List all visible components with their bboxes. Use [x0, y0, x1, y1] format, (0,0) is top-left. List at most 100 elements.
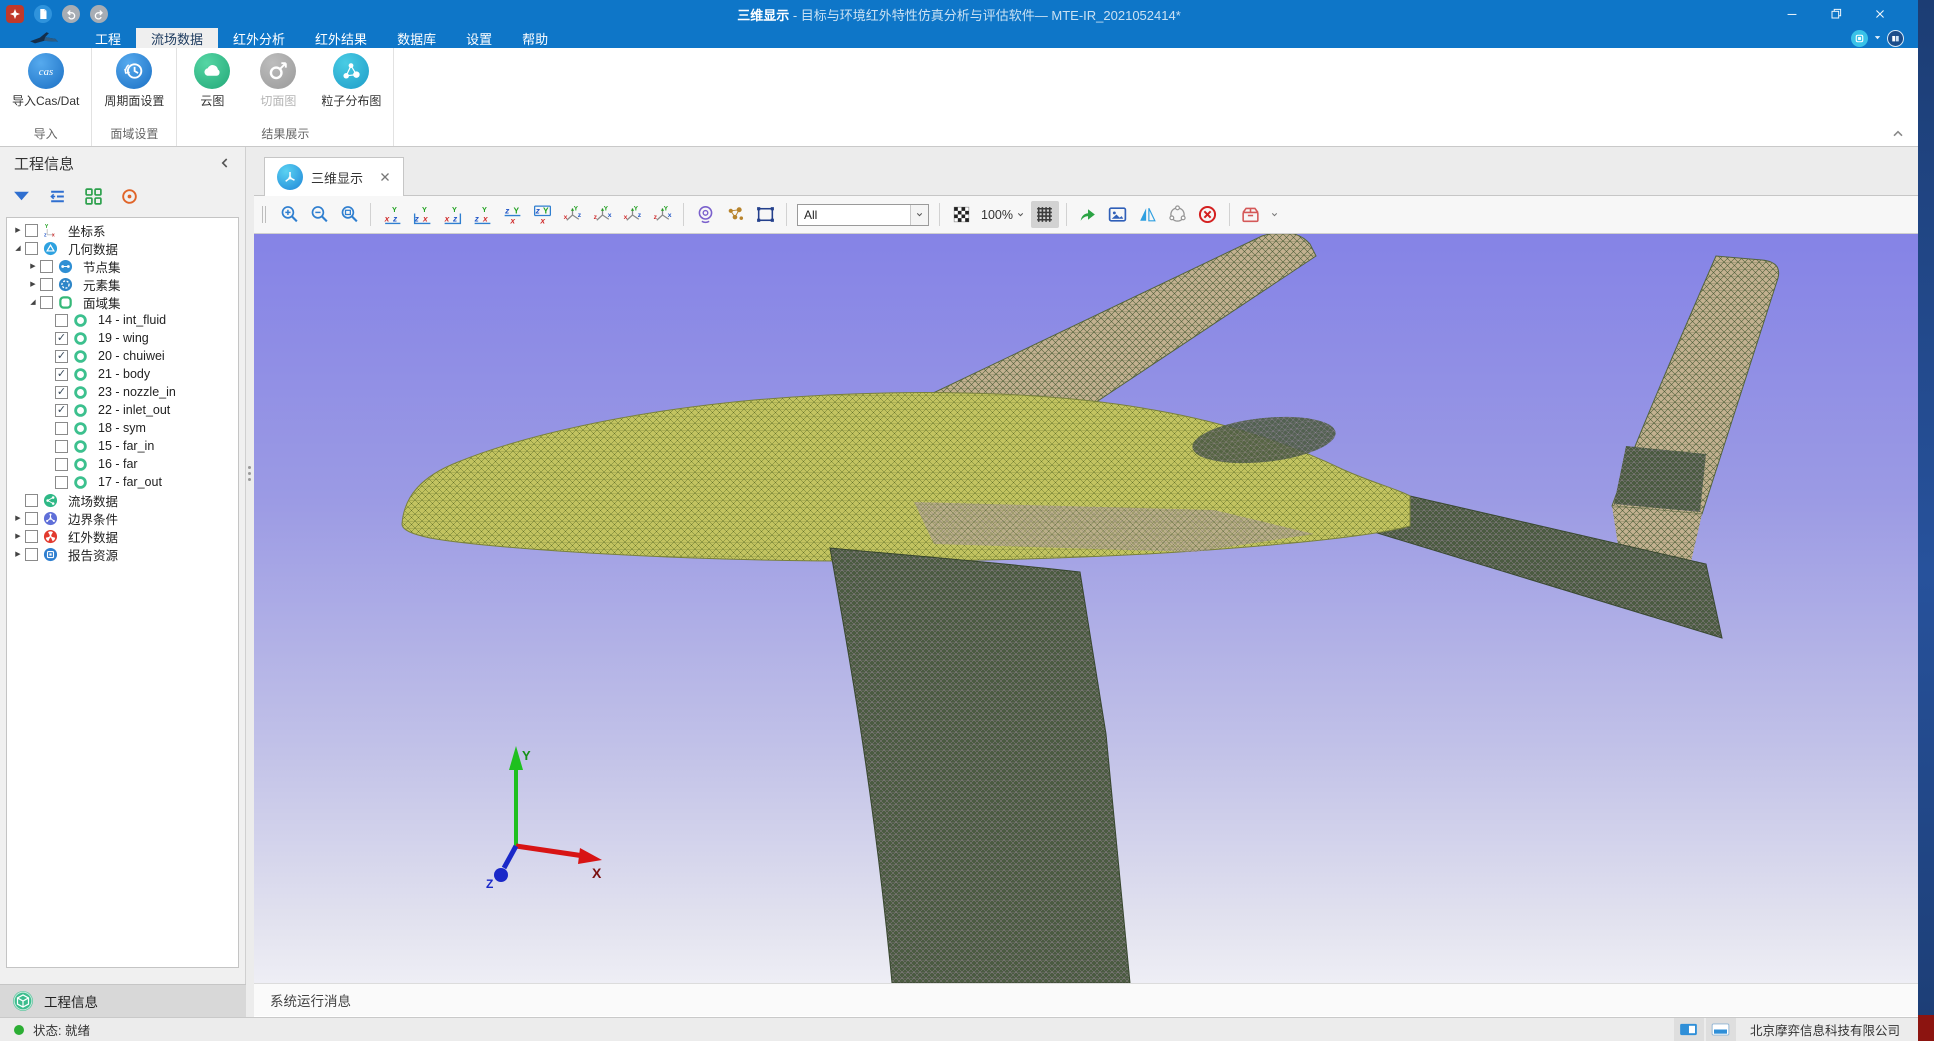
particle-trace-icon[interactable] — [721, 201, 749, 228]
view-bottom-icon[interactable]: zYx — [528, 201, 556, 228]
panel-splitter[interactable] — [246, 147, 254, 1017]
zoom-window-icon[interactable] — [335, 201, 363, 228]
maximize-button[interactable] — [1814, 0, 1858, 28]
tree-row-面域集[interactable]: ◢面域集 — [7, 293, 238, 311]
tree-checkbox[interactable] — [40, 260, 53, 273]
collapse-arrow-icon[interactable]: ▶ — [26, 280, 40, 288]
clear-red-icon[interactable] — [1194, 201, 1222, 228]
system-message-bar[interactable]: 系统运行消息 — [254, 983, 1918, 1016]
tree-row-坐标系[interactable]: ▶Yzx坐标系 — [7, 221, 238, 239]
filter-icon[interactable] — [12, 187, 31, 206]
probe-icon[interactable] — [691, 201, 719, 228]
tree-row-边界条件[interactable]: ▶边界条件 — [7, 509, 238, 527]
minimize-button[interactable] — [1770, 0, 1814, 28]
view-iso-2-icon[interactable]: Yzx — [588, 201, 616, 228]
ribbon-button-contour-cloud[interactable]: 云图 — [189, 53, 235, 109]
caret-down-icon[interactable] — [1873, 29, 1882, 47]
view-iso-1-icon[interactable]: Yxz — [558, 201, 586, 228]
view-back-icon[interactable]: zxY — [408, 201, 436, 228]
combo-dropdown-icon[interactable] — [910, 205, 928, 225]
zoom-out-icon[interactable] — [305, 201, 333, 228]
tree-row-报告资源[interactable]: ▶报告资源 — [7, 545, 238, 563]
ribbon-button-periodic-face[interactable]: 周期面设置 — [104, 53, 164, 109]
package-icon[interactable] — [1237, 201, 1265, 228]
tab-close-icon[interactable] — [379, 171, 391, 183]
tree-checkbox[interactable] — [55, 476, 68, 489]
tree-checkbox[interactable] — [40, 278, 53, 291]
project-tree[interactable]: ▶Yzx坐标系◢几何数据▶节点集▶元素集◢面域集14 - int_fluid✓1… — [6, 217, 239, 968]
menu-item-4[interactable]: 数据库 — [382, 28, 451, 48]
panel-collapse-icon[interactable] — [217, 155, 233, 171]
layout-split-icon[interactable] — [1674, 1018, 1704, 1041]
display-filter-select[interactable]: All — [797, 204, 929, 226]
tree-row-17---far_out[interactable]: 17 - far_out — [7, 473, 238, 491]
tree-row-21---body[interactable]: ✓21 - body — [7, 365, 238, 383]
tree-row-14---int_fluid[interactable]: 14 - int_fluid — [7, 311, 238, 329]
collapse-arrow-icon[interactable]: ▶ — [11, 550, 25, 558]
tree-checkbox[interactable] — [55, 440, 68, 453]
new-document-icon[interactable] — [34, 5, 52, 23]
tree-checkbox[interactable] — [25, 242, 38, 255]
mesh-grid-icon[interactable] — [1031, 201, 1059, 228]
list-collapse-icon[interactable] — [48, 187, 67, 206]
orbit-icon[interactable] — [1164, 201, 1192, 228]
tree-checkbox[interactable] — [55, 422, 68, 435]
expand-arrow-icon[interactable]: ◢ — [26, 298, 40, 306]
tree-row-流场数据[interactable]: 流场数据 — [7, 491, 238, 509]
viewport-3d[interactable]: Y X Z — [254, 234, 1918, 983]
tree-checkbox[interactable] — [55, 314, 68, 327]
tree-row-19---wing[interactable]: ✓19 - wing — [7, 329, 238, 347]
tab-3d-display[interactable]: 三维显示 — [264, 157, 404, 196]
tree-row-18---sym[interactable]: 18 - sym — [7, 419, 238, 437]
grid-view-icon[interactable] — [84, 187, 103, 206]
tree-checkbox[interactable] — [25, 548, 38, 561]
tree-row-红外数据[interactable]: ▶红外数据 — [7, 527, 238, 545]
panel-bottom-tab[interactable]: 工程信息 — [0, 984, 246, 1017]
view-left-icon[interactable]: xzY — [438, 201, 466, 228]
export-arrow-icon[interactable] — [1074, 201, 1102, 228]
layout-bottom-icon[interactable] — [1706, 1018, 1736, 1041]
ribbon-button-cas-import[interactable]: cas导入Cas/Dat — [12, 53, 79, 109]
tree-checkbox[interactable]: ✓ — [55, 368, 68, 381]
select-region-icon[interactable] — [751, 201, 779, 228]
menu-item-2[interactable]: 红外分析 — [218, 28, 300, 48]
collapse-arrow-icon[interactable]: ▶ — [26, 262, 40, 270]
tree-row-15---far_in[interactable]: 15 - far_in — [7, 437, 238, 455]
view-iso-3-icon[interactable]: Yxz — [618, 201, 646, 228]
ribbon-button-particle-plot[interactable]: 粒子分布图 — [321, 53, 381, 109]
collapse-arrow-icon[interactable]: ▶ — [11, 514, 25, 522]
view-front-icon[interactable]: xzY — [378, 201, 406, 228]
ribbon-collapse-icon[interactable] — [1890, 127, 1906, 141]
tree-checkbox[interactable] — [25, 512, 38, 525]
tree-row-元素集[interactable]: ▶元素集 — [7, 275, 238, 293]
close-button[interactable] — [1858, 0, 1902, 28]
tree-checkbox[interactable] — [55, 458, 68, 471]
mirror-icon[interactable] — [1134, 201, 1162, 228]
tree-row-20---chuiwei[interactable]: ✓20 - chuiwei — [7, 347, 238, 365]
chevron-down-icon[interactable] — [1270, 210, 1279, 219]
transparency-icon[interactable] — [947, 201, 975, 228]
tree-checkbox[interactable]: ✓ — [55, 350, 68, 363]
menu-item-1[interactable]: 流场数据 — [136, 28, 218, 48]
menu-item-6[interactable]: 帮助 — [507, 28, 563, 48]
tree-checkbox[interactable] — [40, 296, 53, 309]
tree-checkbox[interactable] — [25, 494, 38, 507]
app-logo-icon[interactable] — [6, 5, 24, 23]
collapse-arrow-icon[interactable]: ▶ — [11, 226, 25, 234]
menu-item-0[interactable]: 工程 — [80, 28, 136, 48]
tree-checkbox[interactable]: ✓ — [55, 332, 68, 345]
tree-row-16---far[interactable]: 16 - far — [7, 455, 238, 473]
view-iso-4-icon[interactable]: Yzx — [648, 201, 676, 228]
redo-icon[interactable] — [90, 5, 108, 23]
zoom-level[interactable]: 100% — [981, 208, 1025, 222]
collapse-arrow-icon[interactable]: ▶ — [11, 532, 25, 540]
toolbar-grip[interactable] — [262, 206, 266, 223]
tree-row-几何数据[interactable]: ◢几何数据 — [7, 239, 238, 257]
expand-arrow-icon[interactable]: ◢ — [11, 244, 25, 252]
skin-icon[interactable] — [1851, 30, 1868, 47]
undo-icon[interactable] — [62, 5, 80, 23]
theme-icon[interactable] — [1887, 30, 1904, 47]
tree-row-23---nozzle_in[interactable]: ✓23 - nozzle_in — [7, 383, 238, 401]
tree-checkbox[interactable]: ✓ — [55, 404, 68, 417]
target-icon[interactable] — [120, 187, 139, 206]
